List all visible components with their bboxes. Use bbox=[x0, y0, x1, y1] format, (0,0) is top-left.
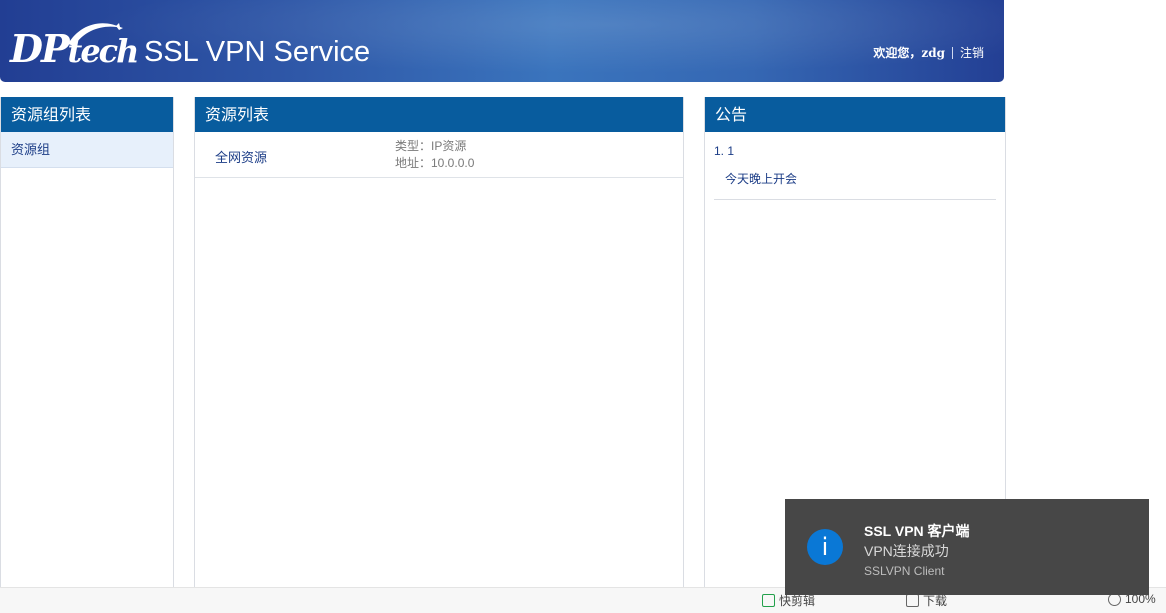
resource-list-panel-title: 资源列表 bbox=[195, 97, 683, 132]
toast-message: VPN连接成功 bbox=[864, 543, 949, 559]
clip-icon bbox=[762, 594, 775, 607]
resource-address: 地址：10.0.0.0 bbox=[395, 156, 475, 170]
notice-list: 1. 1 今天晚上开会 bbox=[705, 144, 1005, 200]
welcome-text: 欢迎您，zdg bbox=[873, 46, 945, 60]
logo-sub-text: tech bbox=[67, 32, 140, 70]
page-title: SSL VPN Service bbox=[144, 36, 371, 68]
logout-link[interactable]: 注销 bbox=[960, 44, 984, 61]
info-icon: i bbox=[807, 529, 843, 565]
notice-panel-title: 公告 bbox=[705, 97, 1005, 132]
resource-name-link[interactable]: 全网资源 bbox=[215, 147, 267, 166]
user-area: 欢迎您，zdg 注销 bbox=[873, 44, 984, 61]
divider bbox=[951, 46, 953, 59]
notice-item-title: 1. 1 bbox=[714, 144, 735, 158]
toast-title: SSL VPN 客户端 bbox=[864, 523, 970, 539]
dptech-logo: DPtech bbox=[10, 18, 139, 74]
app-header: DPtech SSL VPN Service 欢迎您，zdg 注销 bbox=[0, 0, 1004, 82]
resource-meta: 类型：IP资源 地址：10.0.0.0 bbox=[395, 138, 474, 172]
resource-list-panel: 资源列表 全网资源 类型：IP资源 地址：10.0.0.0 bbox=[194, 97, 684, 593]
notice-item-body: 今天晚上开会 bbox=[714, 170, 996, 200]
resource-row: 全网资源 类型：IP资源 地址：10.0.0.0 bbox=[195, 132, 683, 178]
resource-group-panel-title: 资源组列表 bbox=[1, 97, 173, 132]
resource-group-panel: 资源组列表 资源组 bbox=[0, 97, 174, 593]
resource-type: 类型：IP资源 bbox=[395, 139, 467, 153]
vpn-toast-notification[interactable]: i SSL VPN 客户端 VPN连接成功 SSLVPN Client bbox=[785, 499, 1149, 595]
resource-group-item[interactable]: 资源组 bbox=[1, 132, 173, 168]
download-icon bbox=[906, 594, 919, 607]
toast-app-name: SSLVPN Client bbox=[864, 564, 945, 578]
logo-main-text: DP bbox=[10, 26, 70, 71]
